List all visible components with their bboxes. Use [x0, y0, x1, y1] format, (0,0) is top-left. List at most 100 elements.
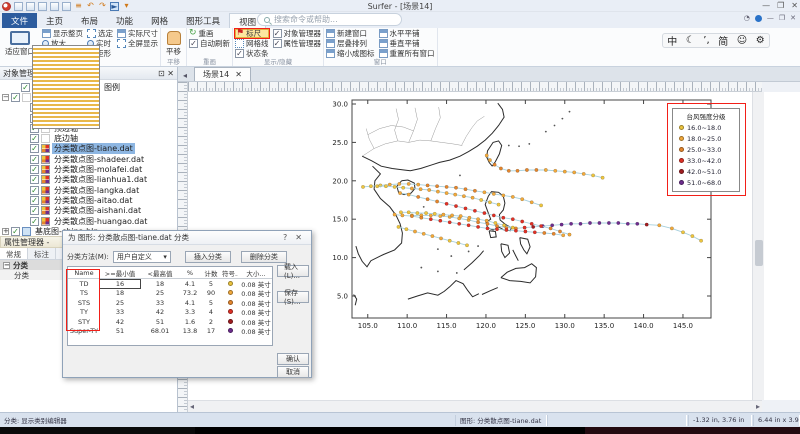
- track-point[interactable]: [407, 193, 410, 196]
- tree-item[interactable]: ✓分类散点图-molafei.dat: [2, 164, 177, 174]
- track-point[interactable]: [492, 192, 495, 195]
- full-screen-button[interactable]: 全屏显示: [117, 39, 158, 48]
- cell[interactable]: 0.08 英寸: [238, 298, 274, 308]
- track-point[interactable]: [433, 212, 436, 215]
- track-point[interactable]: [544, 168, 547, 171]
- track-point[interactable]: [429, 218, 432, 221]
- track-point[interactable]: [488, 201, 491, 204]
- visibility-checkbox[interactable]: ✓: [30, 155, 39, 164]
- track-point[interactable]: [560, 223, 563, 226]
- ok-button[interactable]: 确认: [277, 353, 309, 365]
- track-point[interactable]: [454, 193, 457, 196]
- track-point[interactable]: [439, 219, 442, 222]
- cell[interactable]: 5: [200, 299, 222, 307]
- class-row[interactable]: TY33423.340.08 英寸: [68, 308, 272, 318]
- cascade-button[interactable]: 层叠排列: [326, 39, 375, 48]
- expander-icon[interactable]: +: [2, 228, 9, 235]
- full-page-button[interactable]: 显示整页: [42, 29, 83, 38]
- minimize-icon[interactable]: —: [762, 1, 770, 10]
- zoom-selected-button[interactable]: 选定: [87, 29, 113, 38]
- track-point[interactable]: [521, 198, 524, 201]
- redraw-button[interactable]: ↻重画: [189, 29, 230, 38]
- cell[interactable]: 0.08 英寸: [238, 288, 274, 298]
- track-point[interactable]: [499, 167, 502, 170]
- cell[interactable]: 42: [100, 318, 140, 326]
- track-point[interactable]: [417, 183, 420, 186]
- cell[interactable]: 0.08 英寸: [238, 317, 274, 327]
- cell[interactable]: 3.3: [180, 308, 200, 316]
- track-point[interactable]: [448, 221, 451, 224]
- horizontal-scrollbar[interactable]: ◂ ▸: [188, 400, 762, 412]
- track-point[interactable]: [699, 239, 702, 242]
- load-button[interactable]: 载入(L)...: [277, 265, 309, 277]
- cell[interactable]: [222, 280, 238, 288]
- track-point[interactable]: [658, 224, 661, 227]
- track-point[interactable]: [473, 189, 476, 192]
- cell[interactable]: 17: [200, 327, 222, 335]
- cell[interactable]: 4: [200, 308, 222, 316]
- auto-refresh-button[interactable]: ✓自动刷新: [189, 39, 230, 48]
- cell[interactable]: 0.08 英寸: [238, 326, 274, 336]
- track-point[interactable]: [588, 221, 591, 224]
- cell[interactable]: 33: [140, 299, 180, 307]
- track-point[interactable]: [493, 163, 496, 166]
- track-point[interactable]: [539, 204, 542, 207]
- track-point[interactable]: [465, 244, 468, 247]
- pm-tab-常规[interactable]: 常规: [0, 248, 28, 259]
- tree-item[interactable]: ✓分类散点图-aitao.dat: [2, 195, 177, 205]
- track-point[interactable]: [471, 196, 474, 199]
- track-point[interactable]: [407, 211, 410, 214]
- ime-item-4[interactable]: ☺: [737, 35, 747, 46]
- track-point[interactable]: [393, 185, 396, 188]
- track-point[interactable]: [486, 222, 489, 225]
- visibility-checkbox[interactable]: ✓: [30, 206, 39, 215]
- cursor-icon[interactable]: ►: [110, 2, 119, 11]
- track-point[interactable]: [636, 222, 639, 225]
- cell[interactable]: [222, 327, 238, 335]
- track-point[interactable]: [464, 207, 467, 210]
- track-point[interactable]: [497, 203, 500, 206]
- class-row[interactable]: STS25334.150.08 英寸: [68, 298, 272, 308]
- tree-item[interactable]: ✓分类散点图-lianhua1.dat: [2, 175, 177, 185]
- ime-item-0[interactable]: 中: [667, 33, 677, 48]
- pan-button[interactable]: 平移: [163, 29, 184, 58]
- track-point[interactable]: [511, 226, 514, 229]
- save-button[interactable]: 保存(S)...: [277, 291, 309, 303]
- track-point[interactable]: [514, 229, 517, 232]
- tab-网格[interactable]: 网格: [142, 13, 177, 28]
- tree-item[interactable]: ✓底边轴: [2, 133, 177, 143]
- track-point[interactable]: [562, 234, 565, 237]
- save2-icon[interactable]: [62, 2, 71, 11]
- close-icon[interactable]: ✕: [791, 1, 798, 10]
- track-point[interactable]: [552, 232, 555, 235]
- track-point[interactable]: [645, 223, 648, 226]
- track-point[interactable]: [435, 200, 438, 203]
- track-point[interactable]: [476, 225, 479, 228]
- track-point[interactable]: [507, 169, 510, 172]
- track-point[interactable]: [670, 227, 673, 230]
- track-point[interactable]: [405, 228, 408, 231]
- track-point[interactable]: [388, 183, 391, 186]
- track-point[interactable]: [535, 168, 538, 171]
- visibility-checkbox[interactable]: ✓: [30, 186, 39, 195]
- track-point[interactable]: [410, 187, 413, 190]
- track-point[interactable]: [476, 221, 479, 224]
- track-point[interactable]: [399, 211, 402, 214]
- tree-item[interactable]: ✓分类散点图-shadeer.dat: [2, 154, 177, 164]
- track-point[interactable]: [436, 190, 439, 193]
- class-row[interactable]: TS182573.2900.08 英寸: [68, 289, 272, 299]
- more-icon[interactable]: ▾: [122, 2, 131, 11]
- cell[interactable]: 16: [100, 280, 140, 288]
- ime-item-5[interactable]: ⚙: [756, 35, 765, 46]
- track-point[interactable]: [467, 224, 470, 227]
- new-icon[interactable]: [14, 2, 23, 11]
- track-point[interactable]: [617, 221, 620, 224]
- tab-功能[interactable]: 功能: [107, 13, 142, 28]
- track-point[interactable]: [480, 198, 483, 201]
- track-point[interactable]: [486, 227, 489, 230]
- help-icon[interactable]: ◔: [744, 14, 750, 22]
- track-point[interactable]: [410, 214, 413, 217]
- track-point[interactable]: [483, 211, 486, 214]
- object-manager-checkbox[interactable]: ✓: [273, 29, 282, 38]
- track-point[interactable]: [502, 224, 505, 227]
